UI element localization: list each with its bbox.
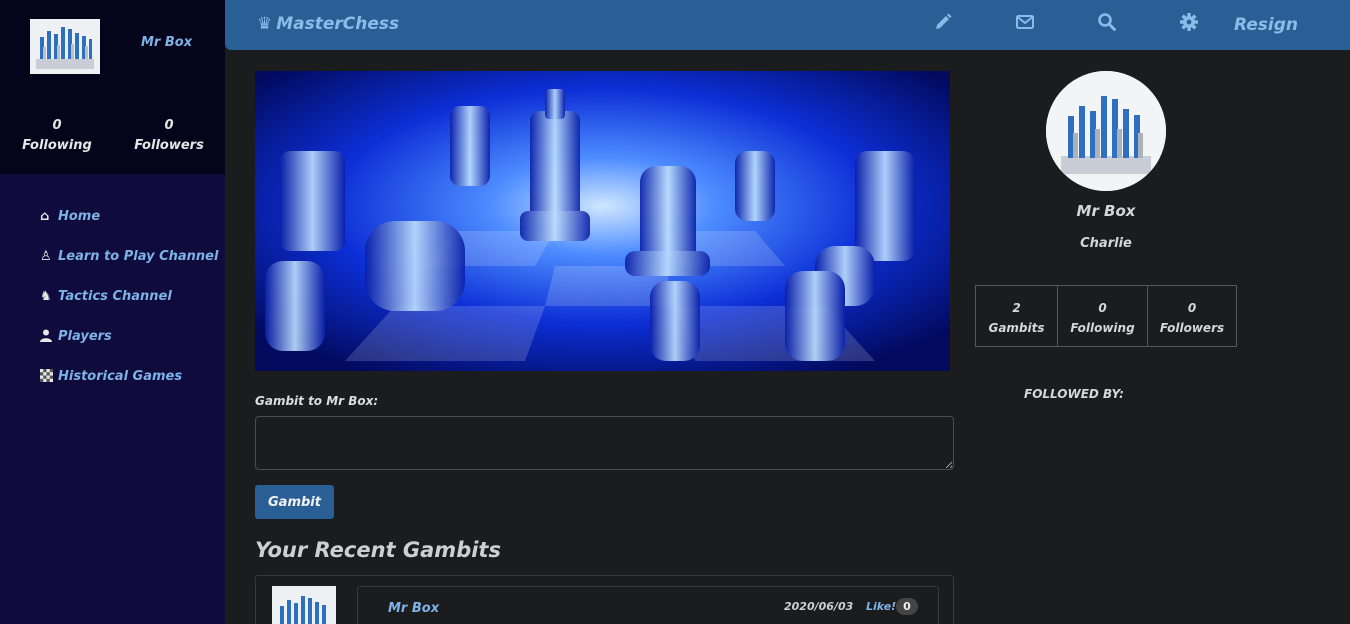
home-icon: ⌂ <box>40 209 50 224</box>
resign-link[interactable]: Resign <box>1234 15 1298 35</box>
gambit-textarea[interactable] <box>255 416 954 470</box>
sidebar-item-label: Learn to Play Channel <box>58 249 219 264</box>
profile-followers-stat[interactable]: 0 Followers <box>1148 285 1237 347</box>
followed-by-heading: FOLLOWED BY: <box>1024 387 1124 401</box>
profile-avatar <box>1046 71 1166 191</box>
sidebar-item-learn-to-play[interactable]: ♙ Learn to Play Channel <box>40 249 218 289</box>
like-count-badge: 0 <box>896 598 918 615</box>
sidebar-item-label: Historical Games <box>58 369 183 384</box>
followers-count: 0 <box>164 118 174 133</box>
sidebar-item-label: Home <box>58 209 101 224</box>
sidebar-item-tactics[interactable]: ♞ Tactics Channel <box>40 289 218 329</box>
chess-pieces-image <box>1046 71 1166 191</box>
sidebar-followers-stat[interactable]: 0 Followers <box>119 116 219 156</box>
chess-pieces-image <box>30 19 100 74</box>
sidebar-item-label: Players <box>58 329 112 344</box>
profile-stats: 2 Gambits 0 Following 0 Followers <box>975 285 1237 347</box>
gambits-stat[interactable]: 2 Gambits <box>975 285 1058 347</box>
like-button[interactable]: Like! <box>866 600 896 613</box>
knight-icon: ♞ <box>40 289 52 304</box>
gambits-count: 2 <box>1012 301 1021 315</box>
search-icon[interactable] <box>1097 12 1117 37</box>
gambits-label: Gambits <box>988 321 1045 335</box>
sidebar-item-historical-games[interactable]: Historical Games <box>40 369 218 409</box>
sidebar: Mr Box 0 Following 0 Followers ⌂ Home ♙ … <box>0 0 225 624</box>
sidebar-item-label: Tactics Channel <box>58 289 172 304</box>
brand-link[interactable]: ♛ MasterChess <box>257 14 399 34</box>
following-count: 0 <box>1098 301 1107 315</box>
pencil-icon[interactable] <box>933 12 953 37</box>
envelope-icon[interactable] <box>1015 12 1035 37</box>
followers-label: Followers <box>1159 321 1225 335</box>
following-label: Following <box>1070 321 1135 335</box>
user-icon <box>40 329 56 346</box>
followers-label: Followers <box>134 138 204 153</box>
post-avatar[interactable] <box>272 586 336 624</box>
post-body: Mr Box 2020/06/03 Like! 0 <box>357 586 939 624</box>
sidebar-item-home[interactable]: ⌂ Home <box>40 209 218 249</box>
post-date: 2020/06/03 <box>784 600 854 613</box>
profile-following-stat[interactable]: 0 Following <box>1058 285 1148 347</box>
post-author-link[interactable]: Mr Box <box>388 601 439 616</box>
brand-name: MasterChess <box>276 14 400 34</box>
avatar[interactable] <box>30 19 100 74</box>
chess-pieces-icon: ♙ <box>40 249 52 264</box>
sidebar-following-stat[interactable]: 0 Following <box>7 116 107 156</box>
sidebar-profile-panel: Mr Box 0 Following 0 Followers <box>0 0 225 174</box>
recent-gambits-heading: Your Recent Gambits <box>255 538 501 562</box>
following-count: 0 <box>52 118 62 133</box>
top-navbar: ♛ MasterChess Resign <box>225 0 1350 50</box>
profile-name: Mr Box <box>1076 202 1136 220</box>
profile-handle: Charlie <box>1080 236 1132 251</box>
chessboard-icon <box>40 369 56 386</box>
gambit-button[interactable]: Gambit <box>255 485 334 519</box>
following-label: Following <box>22 138 92 153</box>
gear-icon[interactable] <box>1179 12 1199 37</box>
gambit-label: Gambit to Mr Box: <box>255 394 379 408</box>
gambit-post: Mr Box 2020/06/03 Like! 0 <box>255 575 954 624</box>
sidebar-username[interactable]: Mr Box <box>141 35 192 50</box>
sidebar-nav: ⌂ Home ♙ Learn to Play Channel ♞ Tactics… <box>40 209 218 409</box>
crown-icon: ♛ <box>257 14 273 34</box>
chess-banner-image <box>255 71 950 371</box>
sidebar-item-players[interactable]: Players <box>40 329 218 369</box>
followers-count: 0 <box>1187 301 1197 315</box>
chess-pieces-image <box>272 586 336 624</box>
